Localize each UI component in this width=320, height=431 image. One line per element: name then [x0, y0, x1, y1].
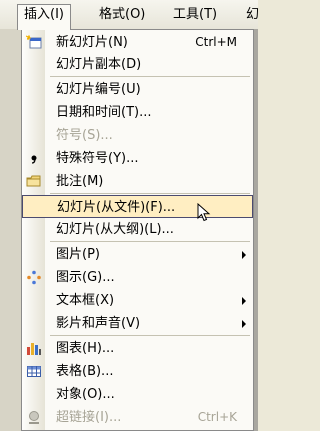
menu-item-label: 日期和时间(T)... — [56, 105, 152, 120]
menu-item-picture[interactable]: 图片(P) — [22, 243, 253, 266]
submenu-arrow-icon — [242, 251, 246, 259]
insert-dropdown-menu: 新幻灯片(N) Ctrl+M 幻灯片副本(D) 幻灯片编号(U) 日期和时间(T… — [21, 29, 254, 431]
menu-item-symbol[interactable]: 符号(S)... — [22, 124, 253, 147]
menu-item-label: 符号(S)... — [56, 128, 113, 143]
menu-item-table[interactable]: 表格(B)... — [22, 360, 253, 383]
submenu-arrow-icon — [242, 297, 246, 305]
menu-separator — [50, 241, 250, 242]
menu-item-label: 影片和声音(V) — [56, 316, 141, 331]
menu-item-label: 对象(O)... — [56, 387, 115, 402]
new-slide-icon — [25, 34, 42, 50]
menu-bar: 插入(I) 格式(O) 工具(T) 幻 — [0, 0, 259, 30]
window-background-left — [0, 29, 21, 431]
menu-item-shortcut: Ctrl+M — [195, 35, 237, 49]
comment-icon — [26, 174, 42, 189]
menu-item-hyperlink[interactable]: 超链接(I)... Ctrl+K — [22, 406, 253, 429]
special-symbol-icon — [26, 151, 42, 166]
menu-item-label: 超链接(I)... — [56, 410, 122, 425]
table-icon — [26, 364, 42, 379]
menu-item-label: 图表(H)... — [56, 341, 115, 356]
hyperlink-icon — [26, 410, 42, 425]
menu-separator — [50, 76, 250, 77]
menu-tools[interactable]: 工具(T) — [167, 4, 223, 25]
menu-item-label: 批注(M) — [56, 174, 104, 189]
menu-item-label: 特殊符号(Y)... — [56, 151, 139, 166]
menu-item-duplicate-slide[interactable]: 幻灯片副本(D) — [22, 53, 253, 76]
menu-item-date-time[interactable]: 日期和时间(T)... — [22, 101, 253, 124]
menu-item-label: 幻灯片(从文件)(F)... — [57, 200, 176, 215]
menu-separator — [50, 335, 250, 336]
chart-icon — [26, 341, 42, 356]
menu-item-label: 幻灯片(从大纲)(L)... — [56, 222, 174, 237]
menu-insert[interactable]: 插入(I) — [17, 4, 71, 30]
menu-item-label: 文本框(X) — [56, 293, 115, 308]
menu-item-label: 幻灯片编号(U) — [56, 82, 141, 97]
submenu-arrow-icon — [242, 320, 246, 328]
menu-item-text-box[interactable]: 文本框(X) — [22, 289, 253, 312]
menu-item-diagram[interactable]: 图示(G)... — [22, 266, 253, 289]
menu-item-label: 图片(P) — [56, 247, 100, 262]
menu-item-label: 幻灯片副本(D) — [56, 57, 142, 72]
menu-separator — [50, 193, 250, 194]
menu-item-shortcut: Ctrl+K — [197, 410, 237, 424]
menu-slideshow[interactable]: 幻 — [240, 4, 265, 25]
menu-format[interactable]: 格式(O) — [93, 4, 151, 25]
menu-item-label: 图示(G)... — [56, 270, 115, 285]
menu-item-slides-from-file[interactable]: 幻灯片(从文件)(F)... — [22, 195, 253, 222]
menu-item-comment[interactable]: 批注(M) — [22, 170, 253, 193]
dropdown-shadow — [254, 29, 258, 431]
menu-item-slide-number[interactable]: 幻灯片编号(U) — [22, 78, 253, 101]
menu-item-label: 表格(B)... — [56, 364, 114, 379]
menu-item-new-slide[interactable]: 新幻灯片(N) Ctrl+M — [22, 31, 253, 54]
menu-item-movies-sounds[interactable]: 影片和声音(V) — [22, 312, 253, 335]
menu-item-label: 新幻灯片(N) — [56, 35, 128, 50]
menu-item-chart[interactable]: 图表(H)... — [22, 337, 253, 360]
menu-item-object[interactable]: 对象(O)... — [22, 383, 253, 406]
diagram-icon — [26, 270, 42, 285]
menu-item-special-symbol[interactable]: 特殊符号(Y)... — [22, 147, 253, 170]
menu-item-slides-from-outline[interactable]: 幻灯片(从大纲)(L)... — [22, 218, 253, 241]
